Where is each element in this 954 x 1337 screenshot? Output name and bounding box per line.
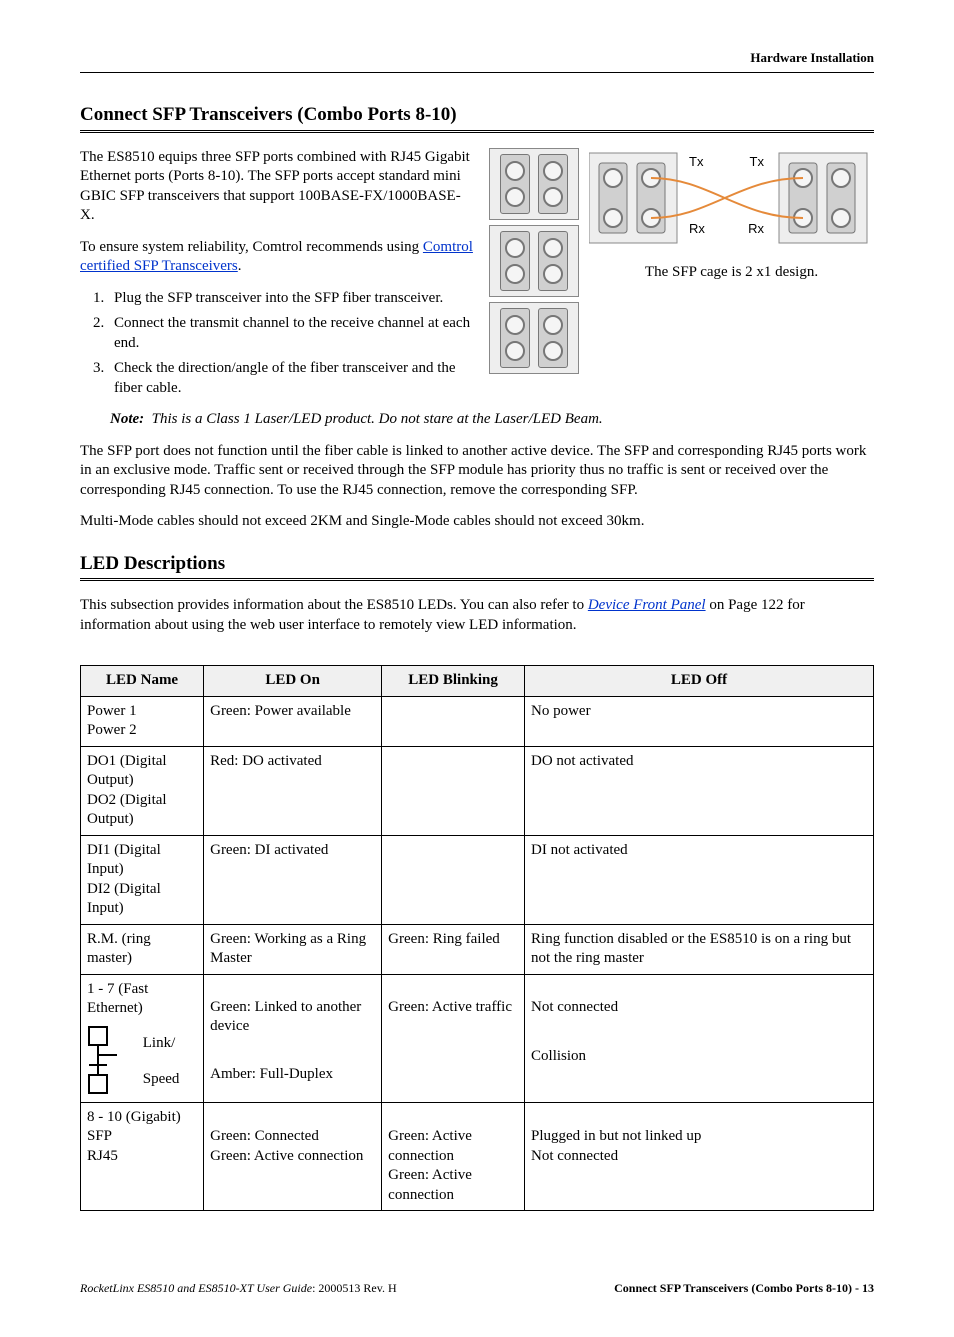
led-intro-paragraph: This subsection provides information abo… — [80, 596, 874, 635]
page-footer: RocketLinx ES8510 and ES8510-XT User Gui… — [80, 1281, 874, 1297]
link-label: Link/ — [143, 1035, 176, 1051]
col-header: LED On — [204, 666, 382, 697]
sfp-cage-icon — [489, 225, 579, 297]
off-sfp: Plugged in but not linked up — [531, 1127, 867, 1147]
off-link: Not connected — [531, 998, 867, 1018]
cell: DO1 (Digital Output) DO2 (Digital Output… — [81, 746, 204, 835]
page-header-right: Hardware Installation — [80, 50, 874, 67]
section-title-sfp: Connect SFP Transceivers (Combo Ports 8-… — [80, 103, 874, 128]
svg-text:Tx: Tx — [689, 154, 704, 169]
off-speed: Collision — [531, 1047, 867, 1067]
rj45-port-icon — [87, 1025, 129, 1095]
col-header: LED Off — [525, 666, 874, 697]
cell: DI1 (Digital Input) DI2 (Digital Input) — [81, 835, 204, 924]
svg-text:Rx: Rx — [748, 221, 764, 236]
cell: Green: Connected Green: Active connectio… — [204, 1102, 382, 1211]
col-header: LED Blinking — [382, 666, 525, 697]
section-rule — [80, 130, 874, 133]
cell: DI not activated — [525, 835, 874, 924]
cell — [382, 746, 525, 835]
cell: DO not activated — [525, 746, 874, 835]
sfp-figure: Tx Rx Tx Rx The SFP cage is 2 x1 design. — [489, 148, 874, 379]
sfp-cage-icon — [489, 302, 579, 374]
table-row: Power 1 Power 2 Green: Power available N… — [81, 696, 874, 746]
cell: Green: Active traffic — [382, 974, 525, 1102]
footer-left: RocketLinx ES8510 and ES8510-XT User Gui… — [80, 1281, 397, 1297]
blink-rj: Green: Active connection — [388, 1166, 518, 1205]
table-row: DO1 (Digital Output) DO2 (Digital Output… — [81, 746, 874, 835]
cell: 1 - 7 (Fast Ethernet) — [81, 974, 204, 1102]
footer-right: Connect SFP Transceivers (Combo Ports 8-… — [614, 1281, 874, 1297]
gigabit-title: 8 - 10 (Gigabit) — [87, 1108, 197, 1128]
led-table: LED Name LED On LED Blinking LED Off Pow… — [80, 665, 874, 1211]
cell: Red: DO activated — [204, 746, 382, 835]
text: To ensure system reliability, Comtrol re… — [80, 239, 423, 255]
sfp-cable-length-paragraph: Multi-Mode cables should not exceed 2KM … — [80, 512, 874, 532]
col-header: LED Name — [81, 666, 204, 697]
figure-caption: The SFP cage is 2 x1 design. — [589, 263, 874, 283]
on-link: Green: Linked to another device — [210, 998, 375, 1037]
cell: Plugged in but not linked up Not connect… — [525, 1102, 874, 1211]
table-row: DI1 (Digital Input) DI2 (Digital Input) … — [81, 835, 874, 924]
cell: Not connected Collision — [525, 974, 874, 1102]
top-rule — [80, 72, 874, 73]
cell — [382, 835, 525, 924]
cell: Green: Ring failed — [382, 924, 525, 974]
text: . — [238, 258, 242, 274]
table-row: 8 - 10 (Gigabit) SFP RJ45 Green: Connect… — [81, 1102, 874, 1211]
off-rj: Not connected — [531, 1147, 867, 1167]
cell: Green: DI activated — [204, 835, 382, 924]
cell: Green: Power available — [204, 696, 382, 746]
blink-link: Green: Active traffic — [388, 998, 518, 1018]
cell: 8 - 10 (Gigabit) SFP RJ45 — [81, 1102, 204, 1211]
cell: Green: Linked to another device Amber: F… — [204, 974, 382, 1102]
table-row: R.M. (ring master) Green: Working as a R… — [81, 924, 874, 974]
cell: R.M. (ring master) — [81, 924, 204, 974]
speed-label: Speed — [143, 1071, 180, 1087]
text: This subsection provides information abo… — [80, 597, 588, 613]
sfp-cage-icon — [489, 148, 579, 220]
table-row: 1 - 7 (Fast Ethernet) — [81, 974, 874, 1102]
cell: No power — [525, 696, 874, 746]
blink-sfp: Green: Active connection — [388, 1127, 518, 1166]
on-sfp: Green: Connected — [210, 1127, 375, 1147]
section-title-led: LED Descriptions — [80, 552, 874, 577]
device-front-panel-link[interactable]: Device Front Panel — [588, 597, 706, 613]
cell: Power 1 Power 2 — [81, 696, 204, 746]
gigabit-rj45-label: RJ45 — [87, 1147, 197, 1167]
cell: Green: Working as a Ring Master — [204, 924, 382, 974]
cell — [382, 696, 525, 746]
footer-rev: : 2000513 Rev. H — [312, 1281, 397, 1295]
sfp-exclusive-paragraph: The SFP port does not function until the… — [80, 442, 874, 501]
cell: Green: Active connection Green: Active c… — [382, 1102, 525, 1211]
fast-eth-title: 1 - 7 (Fast Ethernet) — [87, 980, 197, 1019]
cell: Ring function disabled or the ES8510 is … — [525, 924, 874, 974]
svg-text:Rx: Rx — [689, 221, 705, 236]
svg-text:Tx: Tx — [750, 154, 765, 169]
note-text: This is a Class 1 Laser/LED product. Do … — [152, 411, 603, 427]
on-speed: Amber: Full-Duplex — [210, 1065, 375, 1085]
note-line: Note: This is a Class 1 Laser/LED produc… — [110, 410, 874, 430]
gigabit-sfp-label: SFP — [87, 1127, 197, 1147]
on-rj: Green: Active connection — [210, 1147, 375, 1167]
footer-guide-title: RocketLinx ES8510 and ES8510-XT User Gui… — [80, 1281, 312, 1295]
cable-diagram-icon: Tx Rx Tx Rx — [589, 148, 869, 258]
section-rule — [80, 578, 874, 581]
note-label: Note: — [110, 411, 144, 427]
